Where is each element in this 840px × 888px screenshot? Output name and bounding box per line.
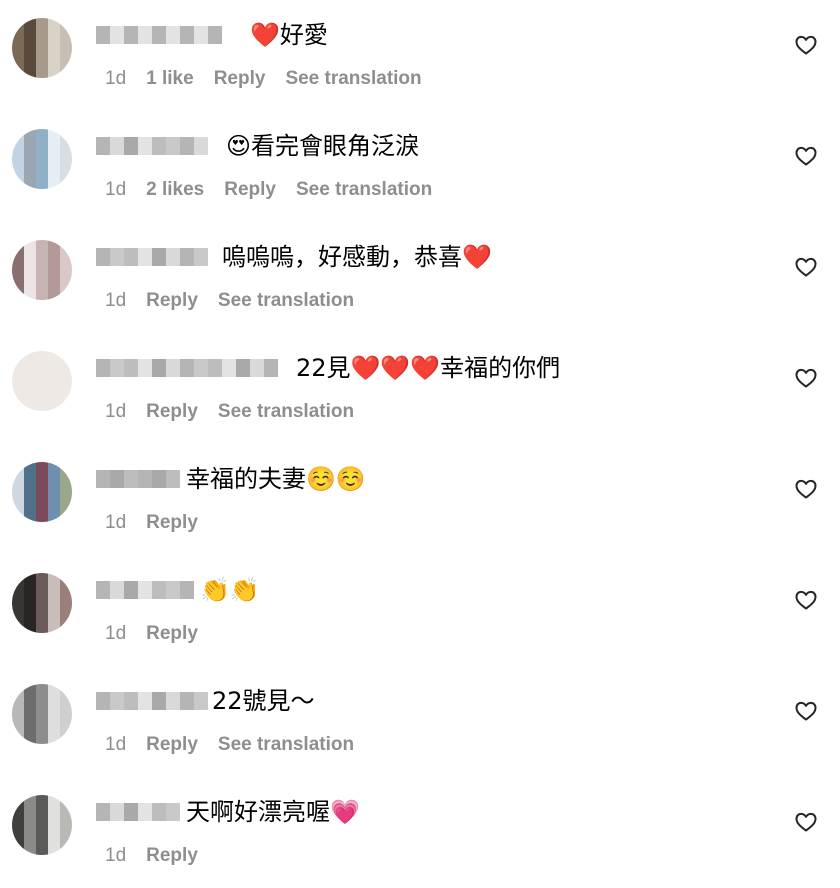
like-button[interactable]	[794, 588, 818, 612]
avatar[interactable]	[12, 573, 72, 633]
comments-list: ❤️好愛 1d 1 like Reply See translation 😍看完會眼角泛淚…	[0, 0, 840, 888]
see-translation-button[interactable]: See translation	[218, 401, 354, 422]
like-button[interactable]	[794, 699, 818, 723]
comment-item: 22號見～ 1d Reply See translation	[0, 666, 840, 777]
username-blurred[interactable]	[96, 468, 180, 490]
comment-meta: 1d Reply See translation	[105, 734, 374, 756]
comment-item: 天啊好漂亮喔💗 1d Reply	[0, 777, 840, 888]
comment-meta: 1d Reply	[105, 512, 218, 534]
reply-button[interactable]: Reply	[146, 734, 198, 755]
username-blurred[interactable]	[96, 801, 180, 823]
comment-meta: 1d Reply See translation	[105, 401, 374, 423]
comment-text: 天啊好漂亮喔💗	[186, 798, 360, 826]
comment-meta: 1d 1 like Reply See translation	[105, 68, 442, 90]
reply-button[interactable]: Reply	[146, 512, 198, 533]
likes-count[interactable]: 1 like	[146, 68, 194, 89]
heart-outline-icon	[795, 479, 817, 499]
see-translation-button[interactable]: See translation	[296, 179, 432, 200]
heart-outline-icon	[795, 35, 817, 55]
comment-text: 👏👏	[200, 576, 260, 604]
comment-text: 22見❤️❤️❤️幸福的你們	[296, 354, 561, 382]
username-blurred[interactable]	[96, 579, 194, 601]
comment-meta: 1d Reply	[105, 845, 218, 867]
username-blurred[interactable]	[96, 24, 222, 46]
like-button[interactable]	[794, 810, 818, 834]
comment-text: 😍看完會眼角泛淚	[226, 132, 420, 160]
comment-item: 幸福的夫妻☺️☺️ 1d Reply	[0, 444, 840, 555]
comment-item: ❤️好愛 1d 1 like Reply See translation	[0, 0, 840, 111]
comment-age: 1d	[105, 512, 127, 533]
heart-outline-icon	[795, 701, 817, 721]
like-button[interactable]	[794, 144, 818, 168]
like-button[interactable]	[794, 255, 818, 279]
reply-button[interactable]: Reply	[146, 401, 198, 422]
comment-text: 22號見～	[212, 687, 315, 715]
avatar[interactable]	[12, 462, 72, 522]
comment-text: ❤️好愛	[250, 21, 328, 49]
comment-text: 幸福的夫妻☺️☺️	[186, 465, 366, 493]
comment-age: 1d	[105, 290, 127, 311]
comment-age: 1d	[105, 179, 127, 200]
avatar[interactable]	[12, 18, 72, 78]
avatar[interactable]	[12, 351, 72, 411]
comment-meta: 1d Reply See translation	[105, 290, 374, 312]
reply-button[interactable]: Reply	[224, 179, 276, 200]
like-button[interactable]	[794, 477, 818, 501]
reply-button[interactable]: Reply	[214, 68, 266, 89]
heart-outline-icon	[795, 590, 817, 610]
like-button[interactable]	[794, 366, 818, 390]
reply-button[interactable]: Reply	[146, 845, 198, 866]
likes-count[interactable]: 2 likes	[146, 179, 204, 200]
comment-item: 👏👏 1d Reply	[0, 555, 840, 666]
comment-age: 1d	[105, 845, 127, 866]
avatar[interactable]	[12, 684, 72, 744]
comment-text: 嗚嗚嗚，好感動，恭喜❤️	[222, 243, 492, 271]
comment-meta: 1d 2 likes Reply See translation	[105, 179, 452, 201]
reply-button[interactable]: Reply	[146, 290, 198, 311]
see-translation-button[interactable]: See translation	[285, 68, 421, 89]
username-blurred[interactable]	[96, 357, 278, 379]
username-blurred[interactable]	[96, 246, 208, 268]
heart-outline-icon	[795, 368, 817, 388]
comment-item: 😍看完會眼角泛淚 1d 2 likes Reply See translation	[0, 111, 840, 222]
heart-outline-icon	[795, 812, 817, 832]
comment-age: 1d	[105, 734, 127, 755]
comment-item: 嗚嗚嗚，好感動，恭喜❤️ 1d Reply See translation	[0, 222, 840, 333]
heart-outline-icon	[795, 146, 817, 166]
comment-age: 1d	[105, 68, 127, 89]
avatar[interactable]	[12, 240, 72, 300]
comment-item: 22見❤️❤️❤️幸福的你們 1d Reply See translation	[0, 333, 840, 444]
comment-age: 1d	[105, 401, 127, 422]
avatar[interactable]	[12, 795, 72, 855]
username-blurred[interactable]	[96, 690, 208, 712]
heart-outline-icon	[795, 257, 817, 277]
see-translation-button[interactable]: See translation	[218, 734, 354, 755]
reply-button[interactable]: Reply	[146, 623, 198, 644]
see-translation-button[interactable]: See translation	[218, 290, 354, 311]
comment-meta: 1d Reply	[105, 623, 218, 645]
comment-age: 1d	[105, 623, 127, 644]
username-blurred[interactable]	[96, 135, 208, 157]
like-button[interactable]	[794, 33, 818, 57]
avatar[interactable]	[12, 129, 72, 189]
